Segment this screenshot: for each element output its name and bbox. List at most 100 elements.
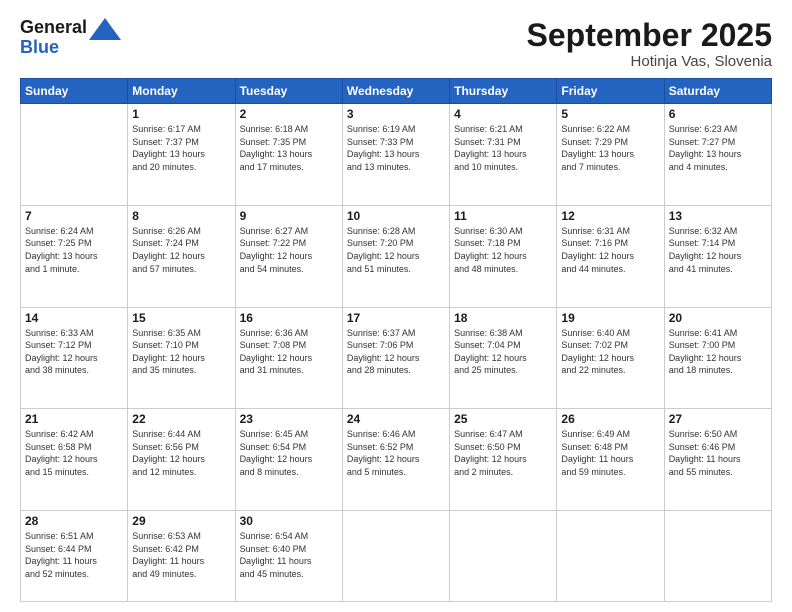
day-number: 5 xyxy=(561,107,659,121)
table-row: 6 Sunrise: 6:23 AMSunset: 7:27 PMDaylight… xyxy=(664,104,771,206)
table-row: 18 Sunrise: 6:38 AMSunset: 7:04 PMDayligh… xyxy=(450,307,557,409)
day-number: 25 xyxy=(454,412,552,426)
table-row xyxy=(342,510,449,601)
table-row: 8Sunrise: 6:26 AMSunset: 7:24 PMDaylight… xyxy=(128,205,235,307)
logo-general: General xyxy=(20,17,87,37)
table-row: 2 Sunrise: 6:18 AMSunset: 7:35 PMDaylight… xyxy=(235,104,342,206)
day-info: Sunrise: 6:53 AMSunset: 6:42 PMDaylight:… xyxy=(132,530,230,580)
day-number: 2 xyxy=(240,107,338,121)
day-info: Sunrise: 6:28 AMSunset: 7:20 PMDaylight:… xyxy=(347,225,445,275)
day-info: Sunrise: 6:42 AMSunset: 6:58 PMDaylight:… xyxy=(25,428,123,478)
day-info: Sunrise: 6:49 AMSunset: 6:48 PMDaylight:… xyxy=(561,428,659,478)
day-number: 9 xyxy=(240,209,338,223)
col-sunday: Sunday xyxy=(21,79,128,104)
day-info: Sunrise: 6:38 AMSunset: 7:04 PMDaylight:… xyxy=(454,327,552,377)
table-row: 20Sunrise: 6:41 AMSunset: 7:00 PMDayligh… xyxy=(664,307,771,409)
day-info: Sunrise: 6:51 AMSunset: 6:44 PMDaylight:… xyxy=(25,530,123,580)
table-row: 26 Sunrise: 6:49 AMSunset: 6:48 PMDayligh… xyxy=(557,409,664,511)
day-info: Sunrise: 6:24 AMSunset: 7:25 PMDaylight:… xyxy=(25,225,123,275)
day-info: Sunrise: 6:36 AMSunset: 7:08 PMDaylight:… xyxy=(240,327,338,377)
day-number: 22 xyxy=(132,412,230,426)
day-info: Sunrise: 6:35 AMSunset: 7:10 PMDaylight:… xyxy=(132,327,230,377)
table-row: 13Sunrise: 6:32 AMSunset: 7:14 PMDayligh… xyxy=(664,205,771,307)
day-number: 18 xyxy=(454,311,552,325)
day-number: 7 xyxy=(25,209,123,223)
day-number: 24 xyxy=(347,412,445,426)
logo-blue: Blue xyxy=(20,37,59,57)
day-info: Sunrise: 6:54 AMSunset: 6:40 PMDaylight:… xyxy=(240,530,338,580)
day-info: Sunrise: 6:23 AMSunset: 7:27 PMDaylight:… xyxy=(669,123,767,173)
day-number: 14 xyxy=(25,311,123,325)
table-row: 12Sunrise: 6:31 AMSunset: 7:16 PMDayligh… xyxy=(557,205,664,307)
calendar-header-row: Sunday Monday Tuesday Wednesday Thursday… xyxy=(21,79,772,104)
day-number: 4 xyxy=(454,107,552,121)
day-info: Sunrise: 6:50 AMSunset: 6:46 PMDaylight:… xyxy=(669,428,767,478)
col-tuesday: Tuesday xyxy=(235,79,342,104)
day-info: Sunrise: 6:45 AMSunset: 6:54 PMDaylight:… xyxy=(240,428,338,478)
title-block: September 2025 Hotinja Vas, Slovenia xyxy=(527,18,772,70)
logo-icon xyxy=(89,18,121,40)
table-row: 10 Sunrise: 6:28 AMSunset: 7:20 PMDayligh… xyxy=(342,205,449,307)
logo: General Blue xyxy=(20,18,121,58)
day-info: Sunrise: 6:41 AMSunset: 7:00 PMDaylight:… xyxy=(669,327,767,377)
day-info: Sunrise: 6:26 AMSunset: 7:24 PMDaylight:… xyxy=(132,225,230,275)
day-info: Sunrise: 6:44 AMSunset: 6:56 PMDaylight:… xyxy=(132,428,230,478)
table-row: 14 Sunrise: 6:33 AMSunset: 7:12 PMDayligh… xyxy=(21,307,128,409)
table-row: 9 Sunrise: 6:27 AMSunset: 7:22 PMDaylight… xyxy=(235,205,342,307)
calendar-page: General Blue September 2025 Hotinja Vas,… xyxy=(0,0,792,612)
table-row: 29 Sunrise: 6:53 AMSunset: 6:42 PMDayligh… xyxy=(128,510,235,601)
table-row: 15Sunrise: 6:35 AMSunset: 7:10 PMDayligh… xyxy=(128,307,235,409)
day-info: Sunrise: 6:22 AMSunset: 7:29 PMDaylight:… xyxy=(561,123,659,173)
day-info: Sunrise: 6:47 AMSunset: 6:50 PMDaylight:… xyxy=(454,428,552,478)
col-friday: Friday xyxy=(557,79,664,104)
day-number: 29 xyxy=(132,514,230,528)
day-info: Sunrise: 6:18 AMSunset: 7:35 PMDaylight:… xyxy=(240,123,338,173)
col-monday: Monday xyxy=(128,79,235,104)
day-info: Sunrise: 6:31 AMSunset: 7:16 PMDaylight:… xyxy=(561,225,659,275)
day-number: 6 xyxy=(669,107,767,121)
day-number: 19 xyxy=(561,311,659,325)
table-row: 3 Sunrise: 6:19 AMSunset: 7:33 PMDaylight… xyxy=(342,104,449,206)
day-number: 28 xyxy=(25,514,123,528)
logo-text: General Blue xyxy=(20,18,87,58)
table-row: 5 Sunrise: 6:22 AMSunset: 7:29 PMDaylight… xyxy=(557,104,664,206)
table-row: 4 Sunrise: 6:21 AMSunset: 7:31 PMDaylight… xyxy=(450,104,557,206)
day-info: Sunrise: 6:37 AMSunset: 7:06 PMDaylight:… xyxy=(347,327,445,377)
day-info: Sunrise: 6:21 AMSunset: 7:31 PMDaylight:… xyxy=(454,123,552,173)
day-number: 13 xyxy=(669,209,767,223)
table-row: 30Sunrise: 6:54 AMSunset: 6:40 PMDayligh… xyxy=(235,510,342,601)
day-number: 3 xyxy=(347,107,445,121)
day-info: Sunrise: 6:33 AMSunset: 7:12 PMDaylight:… xyxy=(25,327,123,377)
day-number: 10 xyxy=(347,209,445,223)
day-info: Sunrise: 6:27 AMSunset: 7:22 PMDaylight:… xyxy=(240,225,338,275)
table-row: 1 Sunrise: 6:17 AMSunset: 7:37 PMDaylight… xyxy=(128,104,235,206)
col-wednesday: Wednesday xyxy=(342,79,449,104)
table-row: 19Sunrise: 6:40 AMSunset: 7:02 PMDayligh… xyxy=(557,307,664,409)
table-row: 23 Sunrise: 6:45 AMSunset: 6:54 PMDayligh… xyxy=(235,409,342,511)
table-row: 28 Sunrise: 6:51 AMSunset: 6:44 PMDayligh… xyxy=(21,510,128,601)
day-number: 11 xyxy=(454,209,552,223)
table-row: 25 Sunrise: 6:47 AMSunset: 6:50 PMDayligh… xyxy=(450,409,557,511)
table-row xyxy=(450,510,557,601)
day-info: Sunrise: 6:19 AMSunset: 7:33 PMDaylight:… xyxy=(347,123,445,173)
day-number: 27 xyxy=(669,412,767,426)
day-number: 23 xyxy=(240,412,338,426)
table-row: 22 Sunrise: 6:44 AMSunset: 6:56 PMDayligh… xyxy=(128,409,235,511)
calendar-table: Sunday Monday Tuesday Wednesday Thursday… xyxy=(20,78,772,602)
month-title: September 2025 xyxy=(527,18,772,53)
day-number: 1 xyxy=(132,107,230,121)
table-row: 21 Sunrise: 6:42 AMSunset: 6:58 PMDayligh… xyxy=(21,409,128,511)
location: Hotinja Vas, Slovenia xyxy=(527,53,772,70)
day-number: 17 xyxy=(347,311,445,325)
table-row: 11Sunrise: 6:30 AMSunset: 7:18 PMDayligh… xyxy=(450,205,557,307)
day-info: Sunrise: 6:17 AMSunset: 7:37 PMDaylight:… xyxy=(132,123,230,173)
table-row xyxy=(664,510,771,601)
table-row: 16Sunrise: 6:36 AMSunset: 7:08 PMDayligh… xyxy=(235,307,342,409)
table-row xyxy=(21,104,128,206)
day-number: 21 xyxy=(25,412,123,426)
table-row: 17 Sunrise: 6:37 AMSunset: 7:06 PMDayligh… xyxy=(342,307,449,409)
col-thursday: Thursday xyxy=(450,79,557,104)
day-number: 26 xyxy=(561,412,659,426)
header: General Blue September 2025 Hotinja Vas,… xyxy=(20,18,772,70)
table-row: 24Sunrise: 6:46 AMSunset: 6:52 PMDayligh… xyxy=(342,409,449,511)
